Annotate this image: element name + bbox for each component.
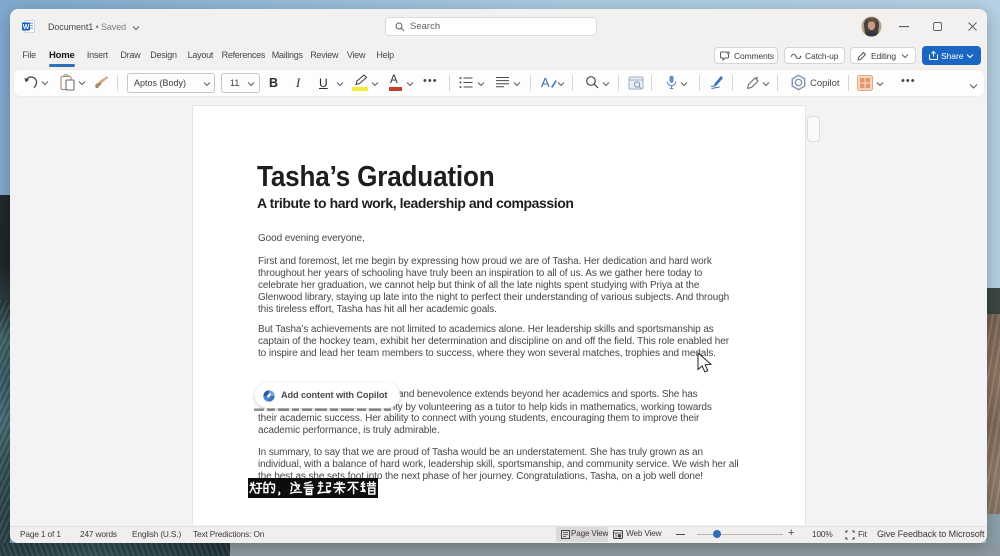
svg-text:W: W	[23, 24, 30, 31]
svg-text:A: A	[541, 75, 550, 90]
